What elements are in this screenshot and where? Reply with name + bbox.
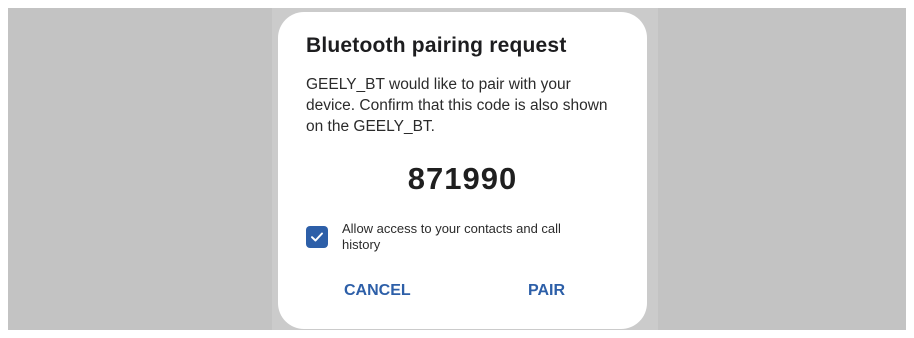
- dialog-message: GEELY_BT would like to pair with your de…: [306, 76, 608, 135]
- contacts-access-label: Allow access to your contacts and call h…: [342, 221, 561, 252]
- dialog-title: Bluetooth pairing request: [306, 34, 567, 57]
- contacts-access-checkbox[interactable]: [306, 226, 328, 248]
- contacts-access-row[interactable]: Allow access to your contacts and call h…: [306, 221, 619, 253]
- dialog-actions: CANCEL PAIR: [278, 282, 647, 306]
- checkmark-icon: [311, 232, 323, 242]
- cancel-button[interactable]: CANCEL: [344, 282, 411, 300]
- pairing-code: 871990: [407, 161, 518, 196]
- bluetooth-pairing-dialog: Bluetooth pairing request GEELY_BT would…: [278, 12, 647, 329]
- pair-button[interactable]: PAIR: [528, 282, 565, 300]
